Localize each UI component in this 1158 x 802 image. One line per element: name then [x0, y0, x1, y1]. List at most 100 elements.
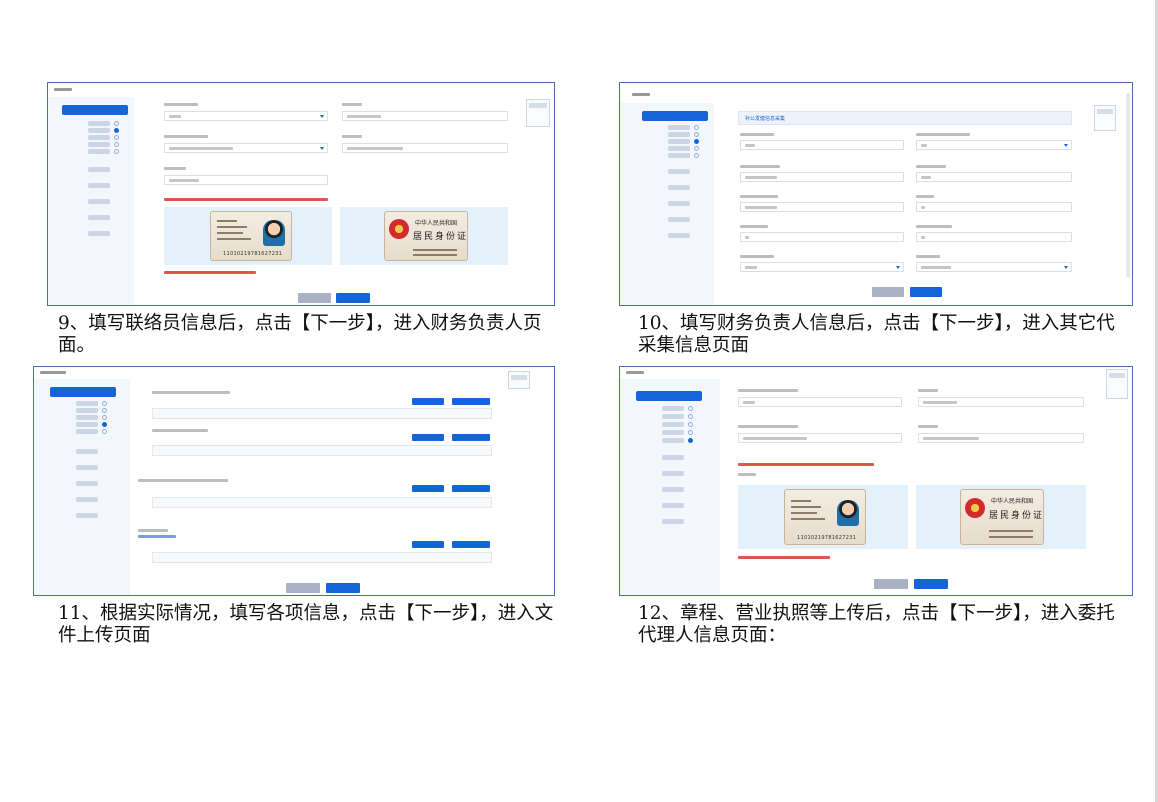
- sidebar-item[interactable]: [662, 455, 684, 460]
- preview-thumbnail[interactable]: [1106, 369, 1128, 399]
- phone-field[interactable]: [740, 202, 904, 212]
- prev-step-button[interactable]: [298, 293, 331, 303]
- sidebar-item[interactable]: [76, 497, 98, 502]
- sidebar-item-active[interactable]: [50, 387, 116, 397]
- sidebar-item[interactable]: [76, 465, 98, 470]
- sidebar-subitem[interactable]: [668, 132, 690, 137]
- id-number-field[interactable]: [918, 433, 1084, 443]
- select-field[interactable]: [164, 143, 328, 153]
- prev-step-button[interactable]: [874, 579, 908, 589]
- field-label: [916, 195, 934, 198]
- select-field[interactable]: [164, 111, 328, 121]
- caption-step10: 10、填写财务负责人信息后，点击【下一步】，进入其它代采集信息页面: [638, 313, 1115, 356]
- text-field[interactable]: [738, 397, 902, 407]
- field-label: [918, 389, 938, 392]
- sidebar-subitem[interactable]: [668, 146, 690, 151]
- download-template-button[interactable]: [452, 541, 490, 548]
- prev-step-button[interactable]: [286, 583, 320, 593]
- sidebar-subitem[interactable]: [662, 406, 684, 411]
- text-field[interactable]: [916, 172, 1072, 182]
- sidebar-subitem[interactable]: [662, 414, 684, 419]
- sidebar-subitem[interactable]: [88, 121, 110, 126]
- download-template-button[interactable]: [452, 398, 490, 405]
- step-status-icon: [694, 139, 699, 144]
- sidebar-item[interactable]: [88, 231, 110, 236]
- sidebar-item[interactable]: [662, 471, 684, 476]
- sidebar-item[interactable]: [76, 513, 98, 518]
- sidebar-subitem[interactable]: [662, 430, 684, 435]
- choose-file-button[interactable]: [412, 485, 444, 492]
- sidebar-item[interactable]: [88, 199, 110, 204]
- text-field[interactable]: [740, 140, 904, 150]
- id-back-upload[interactable]: 中华人民共和国 居民身份证: [340, 207, 508, 265]
- sidebar-item-active[interactable]: [636, 391, 702, 401]
- sidebar-item[interactable]: [662, 487, 684, 492]
- upload-note: [164, 198, 328, 201]
- select-field[interactable]: [740, 262, 904, 272]
- sidebar-subitem[interactable]: [662, 422, 684, 427]
- sidebar-item[interactable]: [668, 185, 690, 190]
- preview-thumbnail[interactable]: [508, 371, 530, 389]
- next-step-button[interactable]: [910, 287, 942, 297]
- sidebar-subitem[interactable]: [88, 149, 110, 154]
- select-field[interactable]: [738, 433, 902, 443]
- sidebar-subitem[interactable]: [76, 422, 98, 427]
- download-template-button[interactable]: [452, 485, 490, 492]
- choose-file-button[interactable]: [412, 541, 444, 548]
- step-status-icon: [694, 153, 699, 158]
- id-card-title: 居民身份证: [413, 232, 469, 242]
- sidebar-subitem[interactable]: [76, 408, 98, 413]
- sidebar-item[interactable]: [668, 233, 690, 238]
- choose-file-button[interactable]: [412, 398, 444, 405]
- file-table-header: [152, 445, 492, 456]
- select-field[interactable]: [916, 262, 1072, 272]
- sidebar-item[interactable]: [662, 519, 684, 524]
- id-number-field[interactable]: [342, 143, 508, 153]
- preview-thumbnail[interactable]: [1094, 105, 1116, 131]
- phone-field[interactable]: [918, 397, 1084, 407]
- sidebar-subitem[interactable]: [88, 135, 110, 140]
- email-field[interactable]: [164, 175, 328, 185]
- sidebar-subitem[interactable]: [88, 142, 110, 147]
- next-step-button[interactable]: [914, 579, 948, 589]
- step-status-icon: [688, 430, 693, 435]
- prev-step-button[interactable]: [872, 287, 904, 297]
- sidebar-item[interactable]: [76, 449, 98, 454]
- sidebar-subitem[interactable]: [662, 438, 684, 443]
- sidebar-item[interactable]: [668, 201, 690, 206]
- field-label: [740, 133, 774, 136]
- phone-field[interactable]: [740, 172, 904, 182]
- number-field[interactable]: [916, 202, 1072, 212]
- sidebar-item[interactable]: [668, 217, 690, 222]
- id-front-upload[interactable]: 11010219781627231: [164, 207, 332, 265]
- sidebar-subitem[interactable]: [668, 153, 690, 158]
- number-field[interactable]: [740, 232, 904, 242]
- id-front-upload[interactable]: 11010219781627231: [738, 485, 908, 549]
- sidebar-item-active[interactable]: [62, 105, 128, 115]
- template-link[interactable]: [138, 535, 176, 538]
- preview-thumbnail[interactable]: [526, 99, 550, 127]
- next-step-button[interactable]: [336, 293, 370, 303]
- choose-file-button[interactable]: [412, 434, 444, 441]
- sidebar-item[interactable]: [88, 183, 110, 188]
- sidebar-subitem[interactable]: [668, 139, 690, 144]
- sidebar-item[interactable]: [88, 167, 110, 172]
- step-status-icon: [102, 429, 107, 434]
- sidebar-subitem[interactable]: [668, 125, 690, 130]
- number-field[interactable]: [916, 232, 1072, 242]
- sidebar-subitem[interactable]: [76, 415, 98, 420]
- download-template-button[interactable]: [452, 434, 490, 441]
- sidebar-item[interactable]: [668, 169, 690, 174]
- sidebar-item-active[interactable]: [642, 111, 708, 121]
- scrollbar[interactable]: [1126, 93, 1130, 277]
- id-back-upload[interactable]: 中华人民共和国 居民身份证: [916, 485, 1086, 549]
- text-field[interactable]: [342, 111, 508, 121]
- sidebar-subitem[interactable]: [76, 429, 98, 434]
- sidebar-item[interactable]: [76, 481, 98, 486]
- select-field[interactable]: [916, 140, 1072, 150]
- sidebar-item[interactable]: [88, 215, 110, 220]
- sidebar-subitem[interactable]: [76, 401, 98, 406]
- next-step-button[interactable]: [326, 583, 360, 593]
- sidebar-item[interactable]: [662, 503, 684, 508]
- sidebar-subitem[interactable]: [88, 128, 110, 133]
